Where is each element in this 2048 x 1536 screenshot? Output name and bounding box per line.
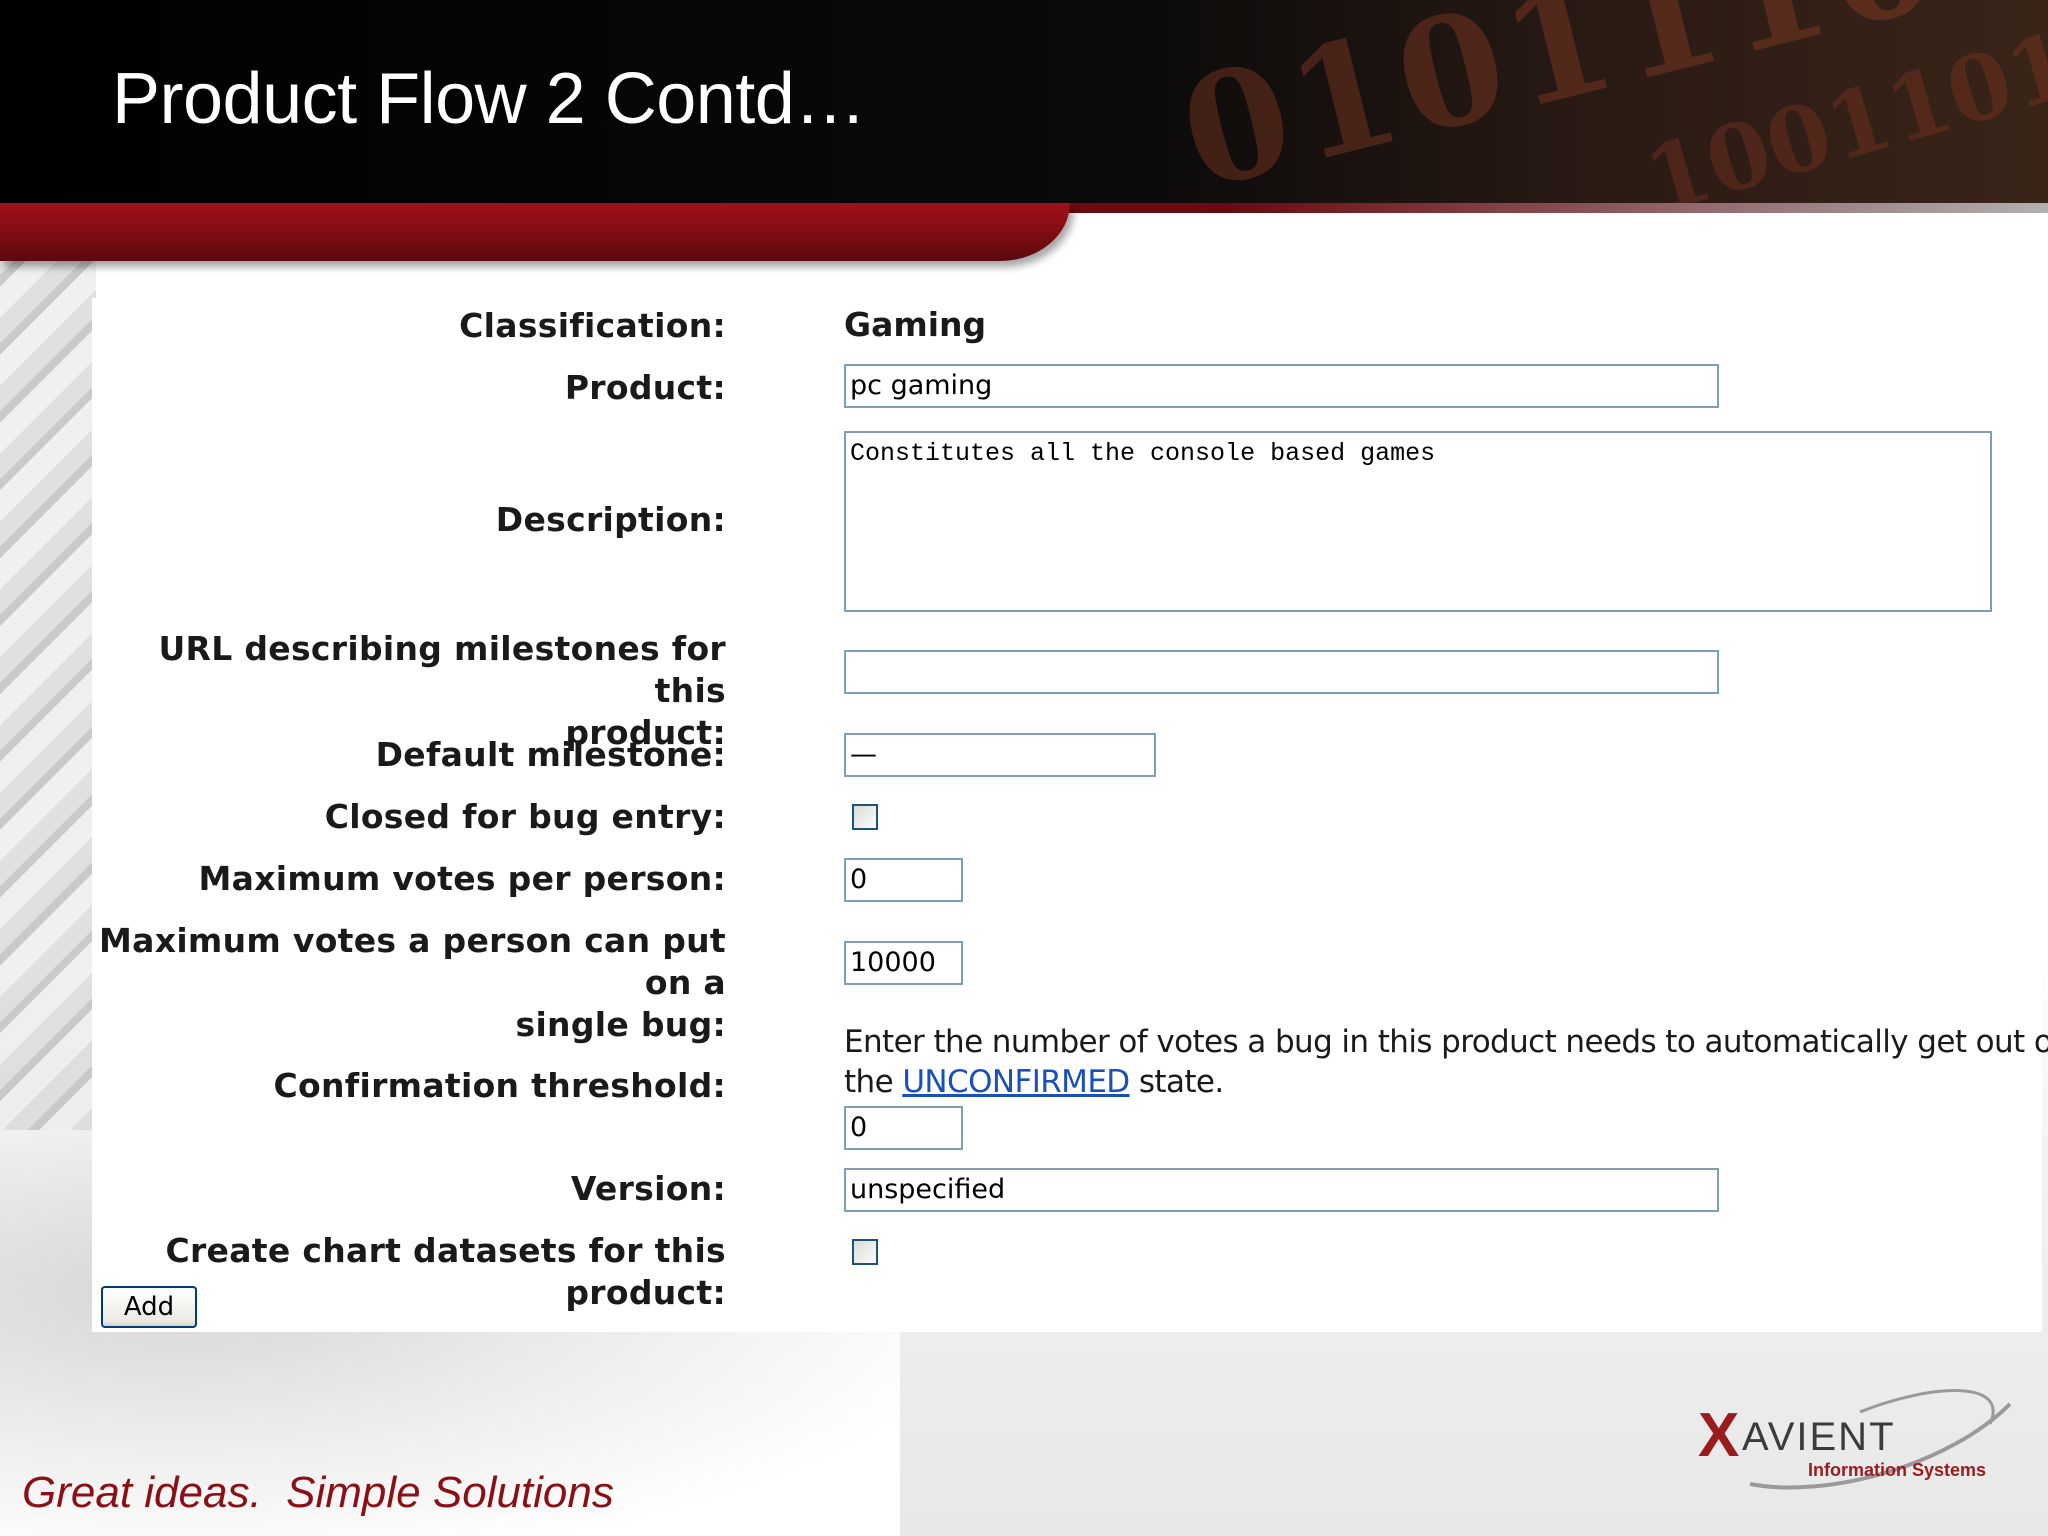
default-milestone-label: Default milestone: [375,735,726,774]
slide-header: 0101110101 1001101 Product Flow 2 Contd… [0,0,2048,261]
milestone-url-input[interactable] [844,650,1719,694]
unconfirmed-link[interactable]: UNCONFIRMED [902,1064,1130,1100]
classification-label: Classification: [459,306,726,345]
xavient-logo: X AVIENT Information Systems [1690,1384,2030,1504]
confirmation-threshold-input[interactable]: 0 [844,1106,963,1150]
product-input[interactable]: pc gaming [844,364,1719,408]
description-label: Description: [495,500,726,539]
product-label: Product: [564,368,726,407]
confirmation-threshold-label: Confirmation threshold: [273,1066,726,1105]
confirmation-threshold-help: Enter the number of votes a bug in this … [844,1022,2048,1102]
max-votes-single-bug-input[interactable]: 10000 [844,941,963,985]
slide-title: Product Flow 2 Contd… [112,59,866,139]
max-votes-single-bug-label: Maximum votes a person can put on a sing… [86,920,726,1046]
header-red-band [0,203,1070,261]
version-input[interactable]: unspecified [844,1168,1719,1212]
version-label: Version: [570,1169,726,1208]
milestone-url-label-line1: URL describing milestones for this [158,629,726,710]
max-votes-per-person-input[interactable]: 0 [844,858,963,902]
description-textarea[interactable]: Constitutes all the console based games [844,431,1992,612]
confirmation-help-suffix: state. [1129,1064,1224,1100]
svg-text:X: X [1698,1401,1739,1470]
svg-text:Information Systems: Information Systems [1808,1460,1986,1480]
closed-for-bug-entry-label: Closed for bug entry: [324,797,726,836]
slide-tagline: Great ideas. Simple Solutions [22,1468,614,1517]
max-votes-per-person-label: Maximum votes per person: [198,859,726,898]
new-product-form: Classification: Gaming Product: pc gamin… [92,298,2048,1332]
background-keyboard-graphic [0,250,96,1150]
classification-value: Gaming [844,305,987,344]
xavient-logo-graphic: X AVIENT Information Systems [1698,1389,2012,1490]
default-milestone-input[interactable]: — [844,733,1156,777]
svg-text:AVIENT: AVIENT [1742,1415,1896,1459]
max-votes-single-bug-label-line1: Maximum votes a person can put on a [99,921,726,1002]
max-votes-single-bug-label-line2: single bug: [515,1005,726,1044]
create-chart-datasets-checkbox[interactable] [852,1239,878,1265]
add-button[interactable]: Add [101,1286,197,1328]
closed-for-bug-entry-checkbox[interactable] [852,804,878,830]
